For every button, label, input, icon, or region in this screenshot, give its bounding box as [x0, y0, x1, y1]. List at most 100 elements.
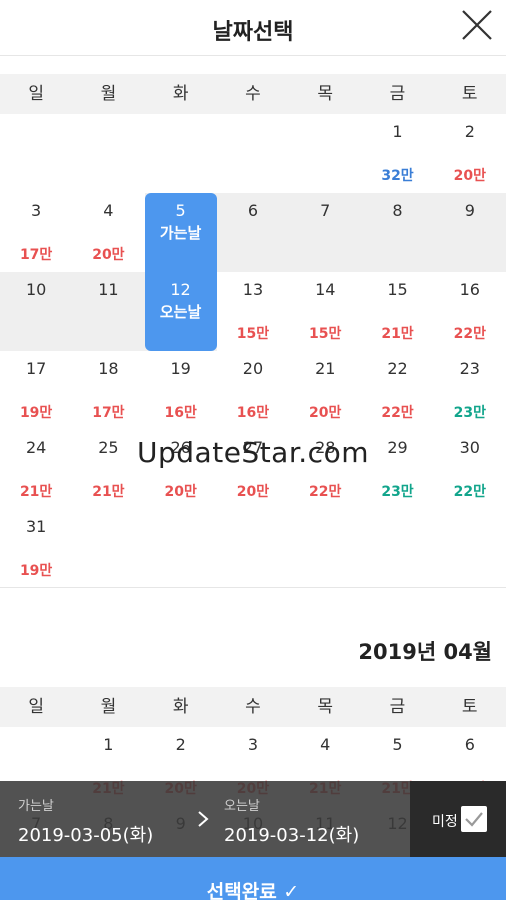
day-cell-14[interactable]: 14 15만	[289, 272, 361, 351]
day-cell-22[interactable]: 22 22만	[361, 351, 433, 430]
day-number: 13	[242, 280, 264, 299]
day-number: 10	[25, 280, 47, 299]
day-cell-23[interactable]: 23 23만	[434, 351, 506, 430]
day-number: 12	[170, 280, 191, 299]
day-cell-7[interactable]: 7	[289, 193, 361, 272]
day-price: 20만	[92, 247, 125, 263]
day-cell-3[interactable]: 3 17만	[0, 193, 72, 272]
day-cell-10[interactable]: 10	[0, 272, 72, 351]
day-cell-18[interactable]: 18 17만	[72, 351, 144, 430]
day-number: 19	[170, 359, 191, 378]
return-label: 오는날	[224, 799, 260, 814]
weekday-label: 수	[245, 697, 261, 717]
weekday-header-april: 일월화수목금토	[0, 687, 506, 727]
day-price: 16만	[236, 405, 270, 421]
day-cell-31[interactable]: 31 19만	[0, 509, 72, 588]
day-number: 4	[320, 735, 331, 754]
day-number: 6	[464, 735, 475, 754]
day-number: 11	[98, 280, 119, 299]
day-price: 23만	[453, 405, 486, 421]
day-number: 17	[25, 359, 47, 378]
day-number: 7	[320, 201, 331, 220]
day-tag: 가는날	[159, 224, 202, 242]
header: 날짜선택	[0, 0, 506, 56]
day-number: 3	[247, 735, 259, 754]
selected-day-12[interactable]: 12 오는날	[144, 272, 217, 351]
day-price: 17만	[19, 247, 53, 263]
weekday-label: 목	[317, 84, 334, 104]
day-cell-9[interactable]: 9	[434, 193, 506, 272]
weekday-label: 목	[317, 697, 334, 717]
day-number: 4	[103, 201, 114, 220]
day-cell-4[interactable]: 4 20만	[72, 193, 144, 272]
weekday-label: 월	[100, 697, 117, 717]
month-title-april: 2019년 04월	[358, 640, 492, 664]
day-price: 32만	[381, 168, 414, 184]
weekday-label: 일	[28, 697, 44, 717]
day-number: 16	[459, 280, 480, 299]
day-price: 19만	[19, 563, 53, 579]
day-cell-15[interactable]: 15 21만	[361, 272, 433, 351]
day-price: 19만	[19, 405, 53, 421]
day-cell-1[interactable]: 1 32만	[361, 114, 433, 193]
watermark: UpdateStar.com	[137, 436, 369, 469]
day-cell-6[interactable]: 6	[217, 193, 289, 272]
day-price: 22만	[381, 405, 414, 421]
day-price: 15만	[236, 326, 270, 342]
day-number: 2	[175, 735, 186, 754]
depart-date[interactable]: 2019-03-05(화)	[18, 821, 153, 847]
day-price: 20만	[236, 484, 270, 500]
weekday-header-march: 일월화수목금토	[0, 74, 506, 114]
day-number: 1	[392, 122, 403, 141]
weekday-label: 금	[389, 84, 406, 104]
day-number: 23	[459, 359, 480, 378]
weekday-label: 금	[389, 697, 406, 717]
day-price: 21만	[381, 326, 414, 342]
confirm-button[interactable]: 선택완료 ✓	[0, 857, 506, 900]
day-cell-13[interactable]: 13 15만	[217, 272, 289, 351]
day-price: 22만	[309, 484, 342, 500]
day-cell-8[interactable]: 8	[361, 193, 433, 272]
page-title: 날짜선택	[212, 20, 294, 45]
weekday-label: 화	[172, 84, 189, 104]
return-date[interactable]: 2019-03-12(화)	[224, 821, 359, 847]
day-number: 8	[392, 201, 403, 220]
day-price: 21만	[19, 484, 53, 500]
day-price: 21만	[92, 484, 125, 500]
selection-bar: 가는날 2019-03-05(화) 오는날 2019-03-12(화) 미정	[0, 781, 506, 857]
day-price: 22만	[453, 484, 486, 500]
chevron-right-icon	[198, 811, 209, 827]
weekday-label: 일	[28, 84, 44, 104]
undecided-label: 미정	[432, 814, 458, 830]
day-number: 14	[315, 280, 336, 299]
day-number: 5	[392, 735, 403, 754]
undecided-toggle[interactable]: 미정	[410, 781, 506, 857]
day-cell-19[interactable]: 19 16만	[145, 351, 217, 430]
day-price: 22만	[453, 326, 486, 342]
day-number: 6	[247, 201, 259, 220]
selected-day-5[interactable]: 5 가는날	[144, 193, 217, 272]
day-price: 17만	[92, 405, 125, 421]
day-cell-20[interactable]: 20 16만	[217, 351, 289, 430]
weekday-label: 토	[461, 697, 478, 717]
day-number: 9	[464, 201, 475, 220]
weekday-label: 월	[100, 84, 117, 104]
checkbox-icon[interactable]	[461, 806, 487, 832]
close-icon[interactable]	[460, 8, 494, 42]
weekday-label: 화	[172, 697, 189, 717]
day-cell-21[interactable]: 21 20만	[289, 351, 361, 430]
day-cell-11[interactable]: 11	[72, 272, 144, 351]
day-cell-2[interactable]: 2 20만	[434, 114, 506, 193]
day-number: 31	[25, 517, 47, 536]
day-cell-16[interactable]: 16 22만	[434, 272, 506, 351]
day-number: 18	[98, 359, 119, 378]
day-cell-17[interactable]: 17 19만	[0, 351, 72, 430]
day-number: 21	[315, 359, 336, 378]
weekday-label: 수	[245, 84, 261, 104]
day-price: 20만	[164, 484, 197, 500]
day-number: 20	[242, 359, 264, 378]
day-number: 5	[175, 201, 186, 220]
confirm-button-label: 선택완료 ✓	[206, 881, 300, 900]
day-price: 15만	[309, 326, 342, 342]
weekday-label: 토	[461, 84, 478, 104]
